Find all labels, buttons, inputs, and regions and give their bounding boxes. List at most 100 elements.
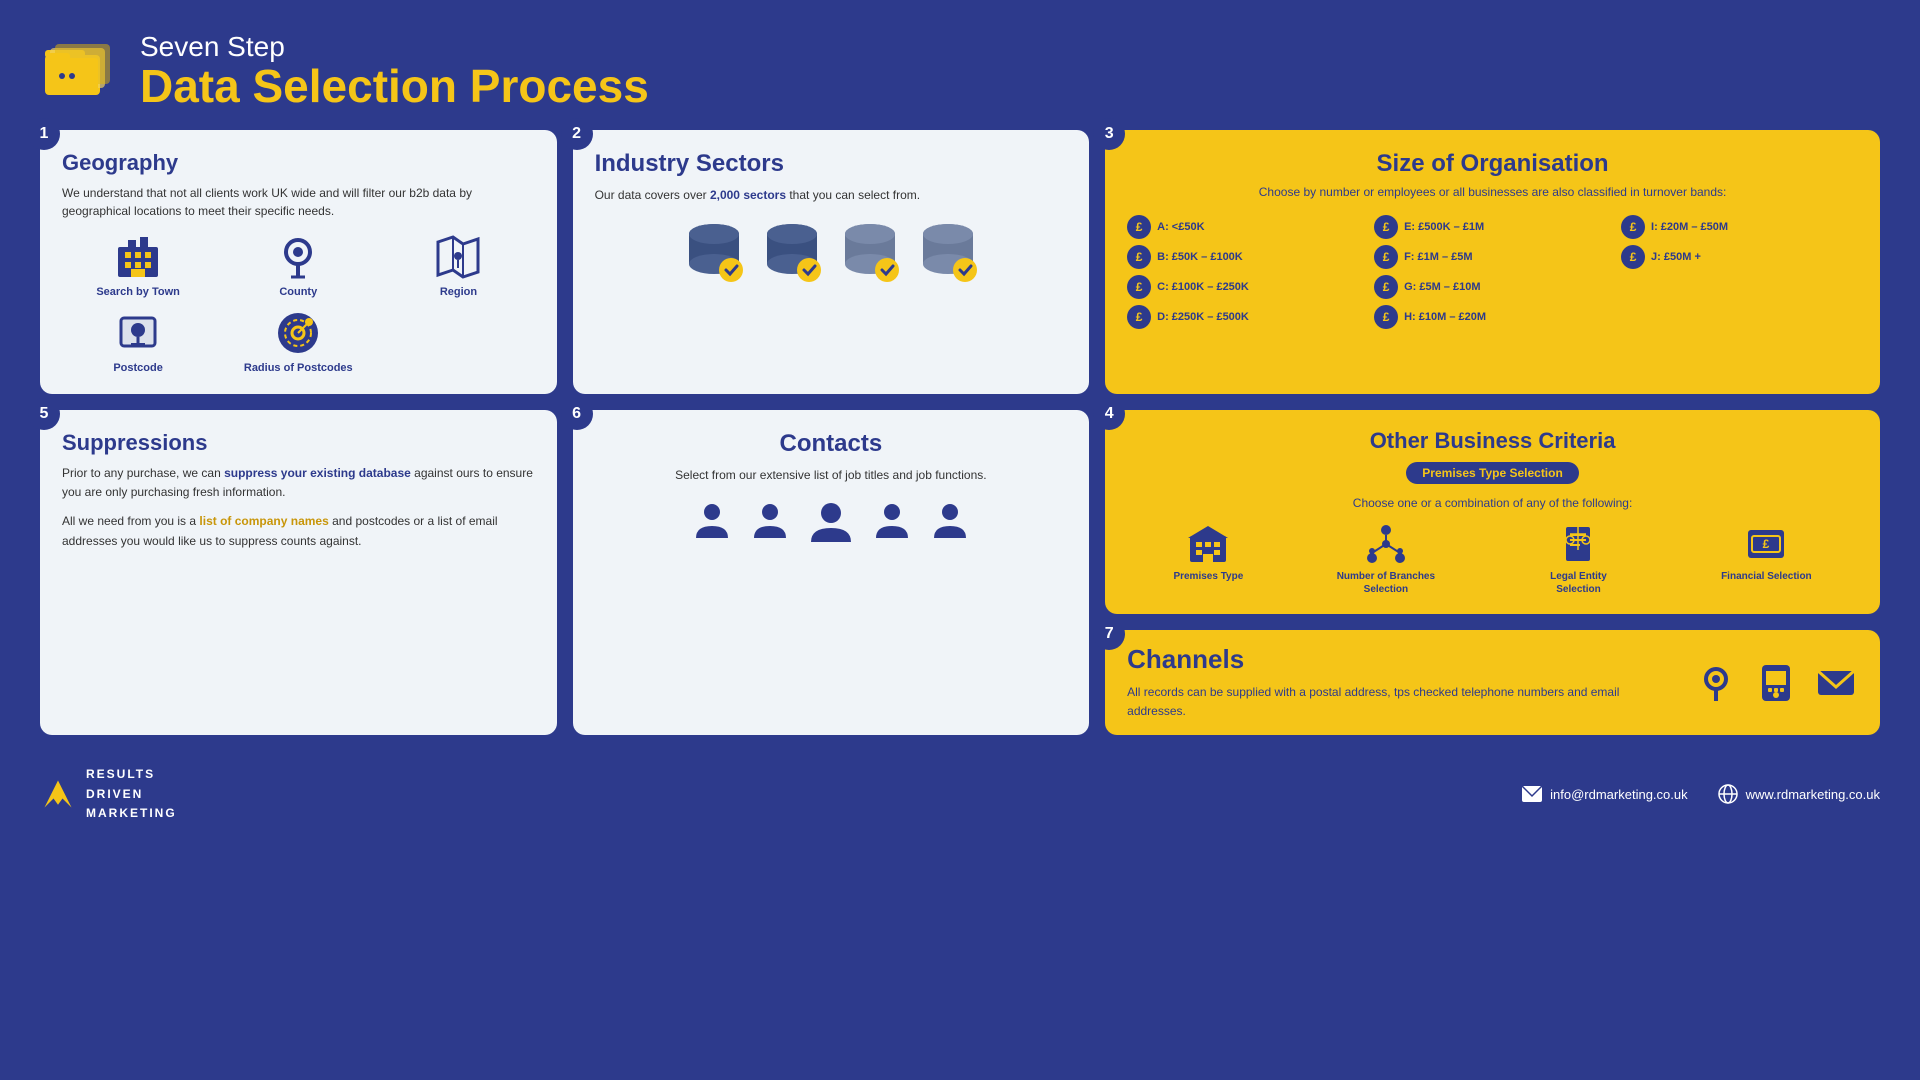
premises-type-icon — [1186, 522, 1230, 566]
step2-badge: 2 — [561, 118, 593, 150]
step3-subtitle: Choose by number or employees or all bus… — [1127, 184, 1858, 201]
turnover-label-e: E: £500K – £1M — [1404, 221, 1484, 233]
postcode-icon — [113, 308, 163, 358]
database-icon-2 — [757, 216, 827, 286]
database-icon-3 — [835, 216, 905, 286]
step7-text: Channels All records can be supplied wit… — [1127, 644, 1674, 721]
other-premises-type-label: Premises Type — [1173, 570, 1243, 583]
pound-icon-i: £ — [1621, 215, 1645, 239]
pound-icon-c: £ — [1127, 275, 1151, 299]
footer-contact: info@rdmarketing.co.uk www.rdmarketing.c… — [1522, 784, 1880, 804]
pound-icon-e: £ — [1374, 215, 1398, 239]
right-col-row2: 4 Other Business Criteria Premises Type … — [1105, 410, 1880, 735]
person-icon-1 — [690, 498, 734, 542]
step6-badge: 6 — [561, 398, 593, 430]
geo-label-radius: Radius of Postcodes — [244, 362, 353, 374]
turnover-label-b: B: £50K – £100K — [1157, 251, 1243, 263]
geo-item-postcode: Postcode — [62, 308, 214, 374]
turnover-h: £ H: £10M – £20M — [1374, 305, 1611, 329]
turnover-label-g: G: £5M – £10M — [1404, 281, 1480, 293]
step7-card: 7 Channels All records can be supplied w… — [1105, 630, 1880, 735]
turnover-label-a: A: <£50K — [1157, 221, 1204, 233]
rdm-logo-icon — [40, 776, 76, 812]
turnover-i: £ I: £20M – £50M — [1621, 215, 1858, 239]
turnover-empty2 — [1621, 305, 1858, 329]
other-premises-type: Premises Type — [1173, 522, 1243, 583]
other-financial: £ Financial Selection — [1721, 522, 1812, 583]
footer-logo: RESULTS DRIVEN MARKETING — [40, 765, 177, 823]
pound-icon-d: £ — [1127, 305, 1151, 329]
pound-icon-h: £ — [1374, 305, 1398, 329]
turnover-d: £ D: £250K – £500K — [1127, 305, 1364, 329]
legal-entity-icon — [1556, 522, 1600, 566]
footer-email-text: info@rdmarketing.co.uk — [1550, 787, 1687, 802]
pound-icon-f: £ — [1374, 245, 1398, 269]
footer-logo-text: RESULTS DRIVEN MARKETING — [86, 765, 177, 823]
map-pin-icon — [273, 232, 323, 282]
person-icon-4 — [928, 498, 972, 542]
step5-card: 5 Suppressions Prior to any purchase, we… — [40, 410, 557, 735]
other-branches: Number of Branches Selection — [1336, 522, 1436, 596]
geo-label-postcode: Postcode — [113, 362, 163, 374]
turnover-label-f: F: £1M – £5M — [1404, 251, 1472, 263]
turnover-label-h: H: £10M – £20M — [1404, 311, 1486, 323]
turnover-label-c: C: £100K – £250K — [1157, 281, 1249, 293]
step6-contacts-icons — [595, 498, 1068, 548]
footer-website: www.rdmarketing.co.uk — [1718, 784, 1880, 804]
telephone-icon — [1754, 661, 1798, 705]
turnover-b: £ B: £50K – £100K — [1127, 245, 1364, 269]
footer-globe-icon — [1718, 784, 1738, 804]
step2-title: Industry Sectors — [595, 150, 1068, 178]
row-1: 1 Geography We understand that not all c… — [40, 130, 1880, 394]
step6-card: 6 Contacts Select from our extensive lis… — [573, 410, 1090, 735]
turnover-label-d: D: £250K – £500K — [1157, 311, 1249, 323]
person-icon-2 — [748, 498, 792, 542]
email-icon — [1814, 661, 1858, 705]
geo-label-county: County — [279, 286, 317, 298]
financial-icon: £ — [1744, 522, 1788, 566]
database-icon-1 — [679, 216, 749, 286]
step5-badge: 5 — [28, 398, 60, 430]
geo-label-search-by-town: Search by Town — [96, 286, 180, 298]
turnover-e: £ E: £500K – £1M — [1374, 215, 1611, 239]
geo-item-county: County — [222, 232, 374, 298]
footer-website-text: www.rdmarketing.co.uk — [1746, 787, 1880, 802]
turnover-j: £ J: £50M + — [1621, 245, 1858, 269]
step2-description: Our data covers over 2,000 sectors that … — [595, 186, 1068, 204]
step4-subtitle: Choose one or a combination of any of th… — [1127, 496, 1858, 510]
step1-card: 1 Geography We understand that not all c… — [40, 130, 557, 394]
building-icon — [113, 232, 163, 282]
turnover-a: £ A: <£50K — [1127, 215, 1364, 239]
turnover-c: £ C: £100K – £250K — [1127, 275, 1364, 299]
header-subtitle: Seven Step — [140, 31, 649, 63]
step5-title: Suppressions — [62, 430, 535, 456]
map-icon — [433, 232, 483, 282]
step4-title: Other Business Criteria — [1127, 428, 1858, 454]
turnover-label-j: J: £50M + — [1651, 251, 1701, 263]
step2-card: 2 Industry Sectors Our data covers over … — [573, 130, 1090, 394]
geo-label-region: Region — [440, 286, 477, 298]
step7-badge: 7 — [1093, 618, 1125, 650]
other-legal: Legal Entity Selection — [1528, 522, 1628, 596]
step3-turnover-grid: £ A: <£50K £ E: £500K – £1M £ I: £20M – … — [1127, 215, 1858, 329]
pound-icon-j: £ — [1621, 245, 1645, 269]
pound-icon-b: £ — [1127, 245, 1151, 269]
step6-description: Select from our extensive list of job ti… — [595, 466, 1068, 484]
person-icon-highlight — [806, 498, 856, 548]
row-2: 5 Suppressions Prior to any purchase, we… — [40, 410, 1880, 735]
turnover-label-i: I: £20M – £50M — [1651, 221, 1728, 233]
location-icon — [1694, 661, 1738, 705]
footer: RESULTS DRIVEN MARKETING info@rdmarketin… — [40, 765, 1880, 823]
step3-title: Size of Organisation — [1127, 150, 1858, 178]
step4-badge-label: Premises Type Selection — [1406, 462, 1579, 484]
pound-icon-g: £ — [1374, 275, 1398, 299]
header: Seven Step Data Selection Process — [40, 30, 1880, 110]
geo-item-radius: Radius of Postcodes — [222, 308, 374, 374]
step7-title: Channels — [1127, 644, 1674, 675]
other-financial-label: Financial Selection — [1721, 570, 1812, 583]
other-legal-label: Legal Entity Selection — [1528, 570, 1628, 596]
step5-para1: Prior to any purchase, we can suppress y… — [62, 464, 535, 502]
person-icon-3 — [870, 498, 914, 542]
pound-icon-a: £ — [1127, 215, 1151, 239]
step7-icons — [1694, 661, 1858, 705]
